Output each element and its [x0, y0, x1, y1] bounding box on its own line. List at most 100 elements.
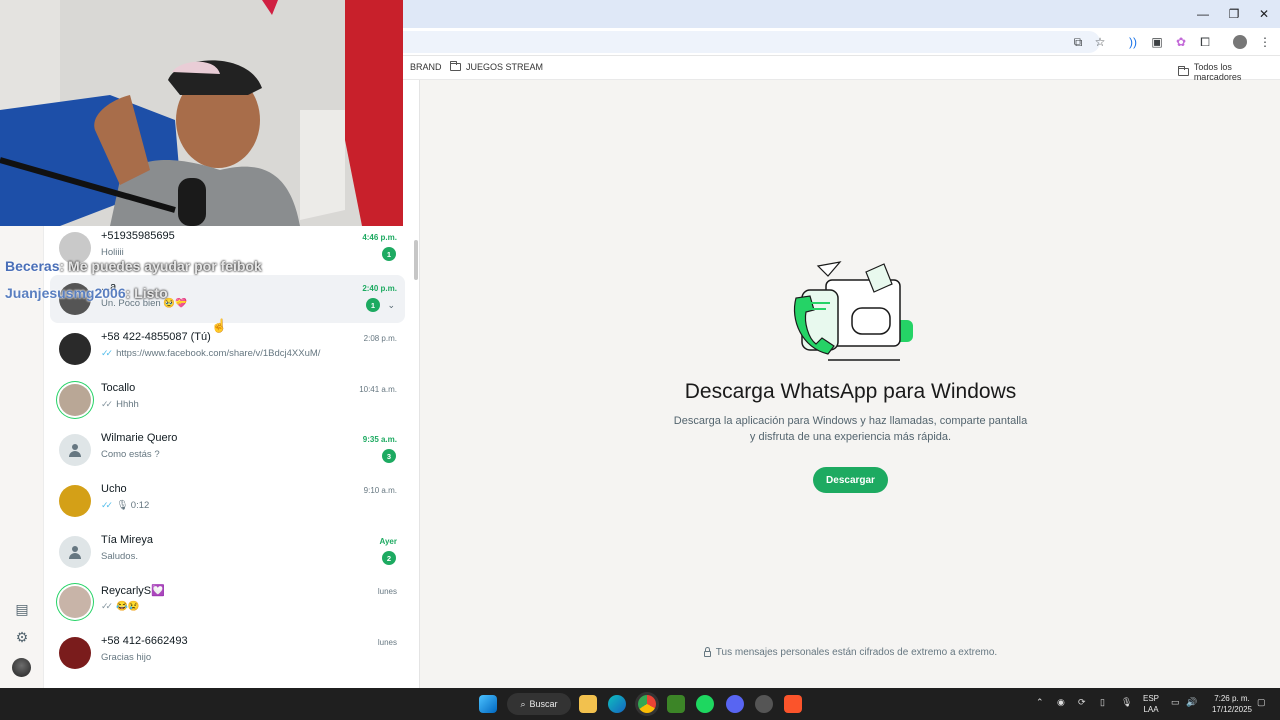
chat-last-message: ✓✓ 🎙 0:12	[101, 500, 149, 511]
stream-chat-user: Beceras	[5, 258, 60, 274]
webcam-image	[0, 0, 403, 226]
unread-badge: 1	[382, 247, 396, 261]
search-icon: ⌕	[520, 698, 526, 709]
chat-item[interactable]: Tía Mireya Saludos. Ayer 2	[50, 528, 405, 576]
tray-mic-icon[interactable]: 🎙	[1121, 697, 1132, 708]
chat-time: lunes	[377, 638, 397, 647]
encryption-note: Tus mensajes personales están cifrados d…	[420, 647, 1280, 658]
chat-item[interactable]: Tocallo ✓✓ Hhhh 10:41 a.m.	[50, 376, 405, 424]
folder-icon	[1178, 66, 1189, 76]
message-text: Como estás ?	[101, 449, 160, 460]
edge-browser-icon[interactable]	[608, 695, 626, 713]
stream-chat-text: : Me puedes ayudar por feibok	[59, 258, 262, 274]
menu-dots-icon[interactable]: ⋮	[1256, 34, 1274, 50]
tray-battery-icon[interactable]: ▯	[1100, 697, 1105, 708]
chat-last-message: ✓✓ 😂😢	[101, 601, 140, 612]
chat-time: 2:08 p.m.	[363, 334, 397, 343]
restore-button[interactable]: ❐	[1219, 0, 1249, 28]
message-text: Holiiii	[101, 247, 124, 258]
bookmark-label: JUEGOS STREAM	[466, 62, 544, 72]
lang-line1: ESP	[1143, 694, 1160, 703]
contact-avatar	[59, 333, 91, 365]
tray-sync-icon[interactable]: ⟳	[1078, 697, 1086, 708]
extension-icon[interactable]: ▣	[1148, 34, 1166, 50]
webcam-overlay	[0, 0, 403, 226]
chat-last-message: Saludos.	[101, 551, 138, 562]
chat-list-scrollbar[interactable]	[414, 240, 418, 280]
chrome-browser-icon[interactable]	[638, 695, 656, 713]
profile-avatar[interactable]	[12, 658, 31, 677]
contact-avatar	[59, 586, 91, 618]
download-illustration	[794, 261, 913, 361]
windows-taskbar: ⌕ Buscar ⌃ ◉ ⟳ ▯ 🎙 ESP LAA ▭ 🔊 7:26 p. m…	[0, 688, 1280, 720]
network-icon[interactable]: ▭	[1171, 697, 1180, 708]
chat-name: Wilmarie Quero	[101, 432, 178, 444]
file-explorer-icon[interactable]	[579, 695, 597, 713]
chat-time: 9:35 a.m.	[362, 435, 397, 444]
stream-chat-user: Juanjesusmg2006	[5, 285, 126, 301]
tray-chevron-icon[interactable]: ⌃	[1036, 697, 1044, 708]
chat-item[interactable]: Wilmarie Quero Como estás ? 9:35 a.m. 3	[50, 426, 405, 474]
lock-icon	[703, 647, 711, 657]
media-icon[interactable]: ▤	[13, 600, 31, 618]
all-bookmarks-label: Todos los marcadores	[1193, 62, 1242, 82]
minecraft-icon[interactable]	[667, 695, 685, 713]
unread-badge: 2	[382, 551, 396, 565]
minimize-button[interactable]: —	[1188, 0, 1218, 28]
chat-last-message: Gracias hijo	[101, 652, 151, 663]
audio-icon[interactable]: ))	[1124, 34, 1142, 50]
contact-avatar	[59, 434, 91, 466]
discord-icon[interactable]	[726, 695, 744, 713]
brave-browser-icon[interactable]	[784, 695, 802, 713]
extensions-puzzle-icon[interactable]: ⧠	[1196, 34, 1214, 50]
clock-date: 17/12/2025	[1211, 705, 1252, 714]
keyboard-language[interactable]: ESP LAA	[1143, 693, 1159, 715]
promo-description: Descarga la aplicación para Windows y ha…	[673, 415, 1028, 443]
chat-item[interactable]: Ucho ✓✓ 🎙 0:12 9:10 a.m.	[50, 477, 405, 525]
whatsapp-intro-panel: Descarga WhatsApp para Windows Descarga …	[419, 80, 1280, 688]
stream-chat-line: Juanjesusmg2006: Listo	[5, 285, 168, 301]
chat-name: +51935985695	[101, 230, 175, 242]
taskbar-clock[interactable]: 7:26 p. m. 17/12/2025	[1212, 693, 1252, 715]
clock-time: 7:26 p. m.	[1214, 694, 1250, 703]
notifications-icon[interactable]: ▢	[1257, 697, 1266, 708]
unread-badge: 1	[366, 298, 380, 312]
chevron-down-icon[interactable]: ⌄	[387, 300, 395, 311]
obs-icon[interactable]	[755, 695, 773, 713]
chat-last-message: ✓✓ https://www.facebook.com/share/v/1Bdcj…	[101, 348, 320, 359]
stream-chat-line: Beceras: Me puedes ayudar por feibok	[5, 258, 262, 274]
delivered-ticks-icon: ✓✓	[101, 399, 113, 409]
chat-last-message: ✓✓ Hhhh	[101, 399, 139, 410]
chat-name: Tía Mireya	[101, 534, 153, 546]
bookmark-juegos-stream[interactable]: JUEGOS STREAM	[450, 61, 544, 72]
chat-item[interactable]: ReycarlyS💟 ✓✓ 😂😢 lunes	[50, 578, 405, 626]
volume-icon[interactable]: 🔊	[1186, 697, 1197, 708]
bookmark-star-icon[interactable]: ☆	[1091, 34, 1109, 50]
message-text: 🎙 0:12	[116, 500, 150, 511]
spotify-icon[interactable]	[696, 695, 714, 713]
unread-badge: 3	[382, 449, 396, 463]
windows-start-icon[interactable]	[479, 695, 497, 713]
taskbar-search[interactable]: ⌕ Buscar	[507, 693, 571, 715]
chat-item[interactable]: +58 412-6662493 Gracias hijo lunes	[50, 629, 405, 677]
stream-chat-text: : Listo	[125, 285, 168, 301]
all-bookmarks[interactable]: Todos los marcadores	[1178, 62, 1280, 82]
bookmark-brand[interactable]: BRAND	[403, 62, 442, 72]
promo-title: Descarga WhatsApp para Windows	[684, 380, 1017, 403]
tray-app-icon[interactable]: ◉	[1057, 697, 1065, 708]
message-text: Hhhh	[116, 399, 139, 410]
install-app-icon[interactable]: ⧉	[1069, 34, 1087, 50]
close-window-button[interactable]: ✕	[1249, 0, 1279, 28]
profile-avatar-icon[interactable]	[1231, 34, 1249, 50]
chat-name: Tocallo	[101, 382, 136, 394]
chat-time: lunes	[377, 587, 397, 596]
folder-icon	[450, 61, 461, 71]
extension-flower-icon[interactable]: ✿	[1172, 34, 1190, 50]
contact-avatar	[59, 637, 91, 669]
chat-item[interactable]: +58 422-4855087 (Tú) ✓✓ https://www.faceb…	[50, 325, 405, 373]
chat-name: ReycarlyS💟	[101, 585, 165, 597]
chat-time: 9:10 a.m.	[363, 486, 397, 495]
settings-gear-icon[interactable]: ⚙	[13, 628, 31, 646]
download-button[interactable]: Descargar	[813, 467, 888, 493]
contact-avatar	[59, 384, 91, 416]
